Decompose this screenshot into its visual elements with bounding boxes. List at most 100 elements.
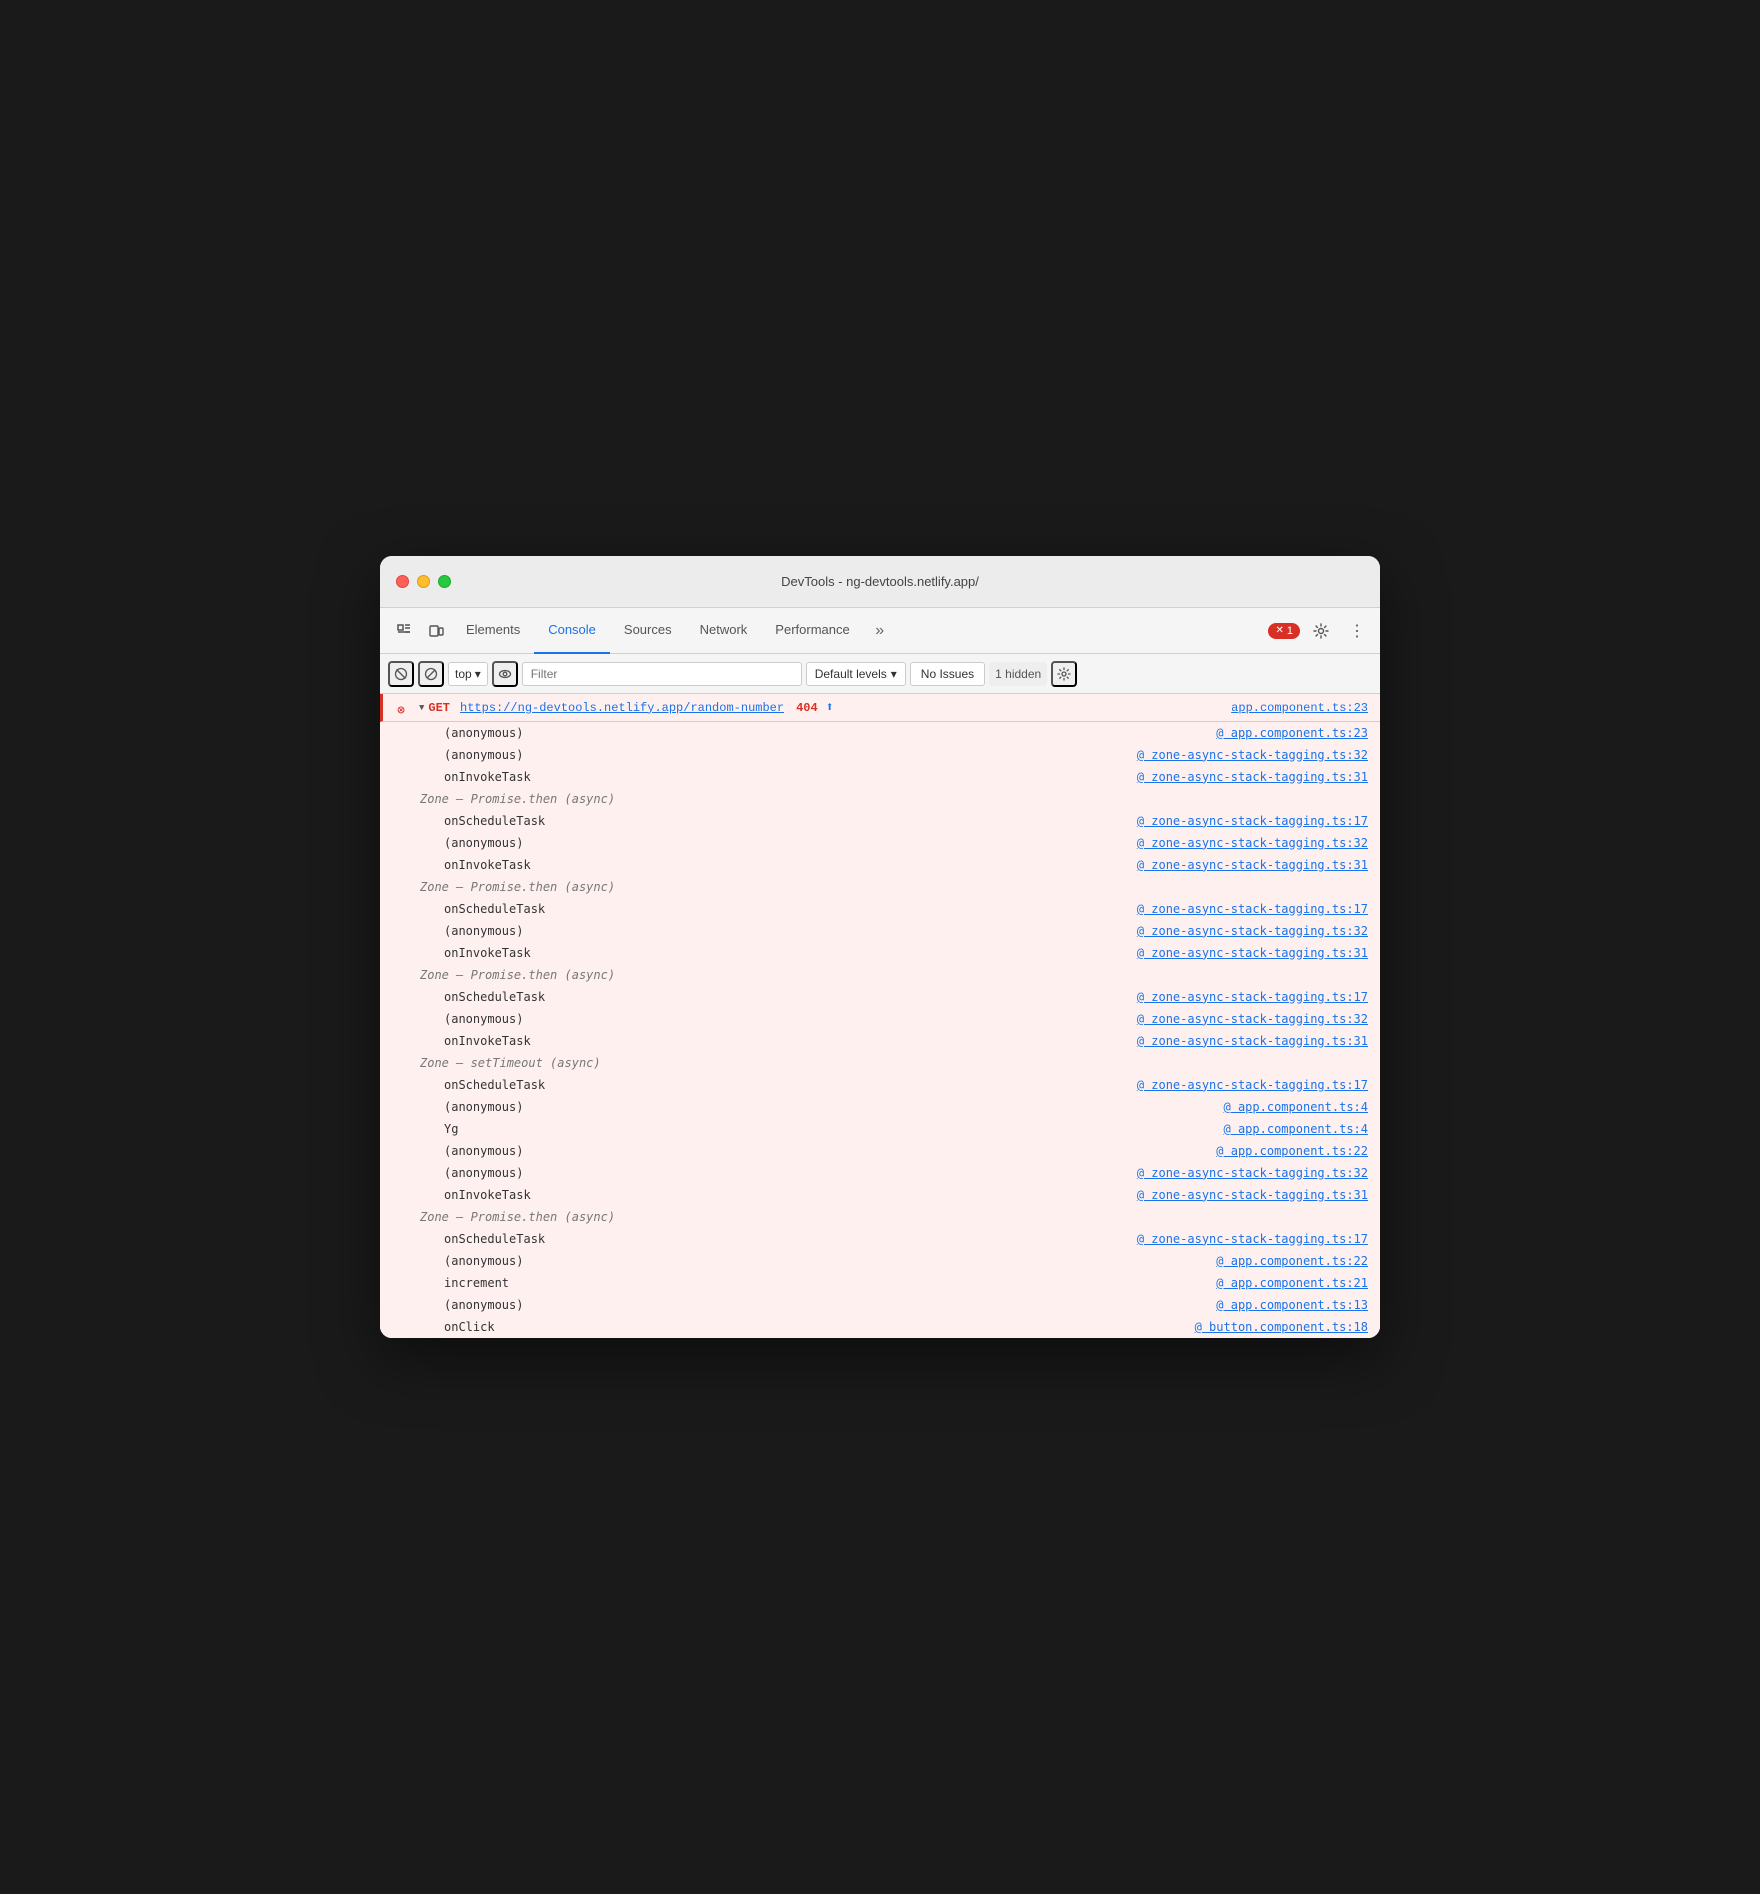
console-row-18: Yg@ app.component.ts:4 [380,1118,1380,1140]
row-source-21[interactable]: @ zone-async-stack-tagging.ts:31 [1137,1188,1380,1202]
block-icon[interactable] [418,661,444,687]
row-text-20: (anonymous) [416,1166,523,1180]
row-text-17: (anonymous) [416,1100,523,1114]
row-content-12: onScheduleTask @ zone-async-stack-tagging… [416,987,1380,1007]
error-url[interactable]: https://ng-devtools.netlify.app/random-n… [460,701,784,715]
row-text-21: onInvokeTask [416,1188,531,1202]
console-row-17: (anonymous) @ app.component.ts:4 [380,1096,1380,1118]
console-area[interactable]: ⊗ ▼ GET https://ng-devtools.netlify.app/… [380,694,1380,1338]
traffic-lights [396,575,451,588]
row-text-16: onScheduleTask [416,1078,545,1092]
row-content-2: onInvokeTask@ zone-async-stack-tagging.t… [416,767,1380,787]
row-content-25: increment @ app.component.ts:21 [416,1273,1380,1293]
row-source-5[interactable]: @ zone-async-stack-tagging.ts:32 [1137,836,1380,850]
inspect-icon[interactable] [388,615,420,647]
row-source-26[interactable]: @ app.component.ts:13 [1216,1298,1380,1312]
row-content-27: onClick@ button.component.ts:18 [416,1317,1380,1337]
tab-elements[interactable]: Elements [452,608,534,654]
context-selector[interactable]: top ▾ [448,662,488,686]
tab-console[interactable]: Console [534,608,610,654]
row-text-0: (anonymous) [416,726,523,740]
expand-triangle-icon[interactable]: ▼ [419,703,424,713]
tab-performance[interactable]: Performance [761,608,863,654]
row-source-13[interactable]: @ zone-async-stack-tagging.ts:32 [1137,1012,1380,1026]
levels-dropdown[interactable]: Default levels ▾ [806,662,906,686]
console-row-12: onScheduleTask @ zone-async-stack-tagging… [380,986,1380,1008]
error-entry-content: ▼ GET https://ng-devtools.netlify.app/ra… [419,695,1380,720]
device-icon[interactable] [420,615,452,647]
row-content-5: (anonymous) @ zone-async-stack-tagging.ts… [416,833,1380,853]
row-content-9: (anonymous) @ zone-async-stack-tagging.ts… [416,921,1380,941]
row-source-23[interactable]: @ zone-async-stack-tagging.ts:17 [1137,1232,1380,1246]
row-text-23: onScheduleTask [416,1232,545,1246]
issues-button[interactable]: No Issues [910,662,985,686]
row-content-16: onScheduleTask @ zone-async-stack-tagging… [416,1075,1380,1095]
console-row-23: onScheduleTask @ zone-async-stack-tagging… [380,1228,1380,1250]
row-content-26: (anonymous)@ app.component.ts:13 [416,1295,1380,1315]
row-source-2[interactable]: @ zone-async-stack-tagging.ts:31 [1137,770,1380,784]
row-source-9[interactable]: @ zone-async-stack-tagging.ts:32 [1137,924,1380,938]
more-tabs-button[interactable]: » [866,617,894,645]
row-source-25[interactable]: @ app.component.ts:21 [1216,1276,1380,1290]
row-source-14[interactable]: @ zone-async-stack-tagging.ts:31 [1137,1034,1380,1048]
row-content-7: Zone — Promise.then (async) [416,877,1380,897]
console-toolbar: top ▾ Default levels ▾ No Issues 1 hidde… [380,654,1380,694]
row-source-17[interactable]: @ app.component.ts:4 [1224,1100,1381,1114]
row-content-22: Zone — Promise.then (async) [416,1207,1380,1227]
eye-icon[interactable] [492,661,518,687]
entry-gutter: ⊗ [383,697,419,718]
maximize-button[interactable] [438,575,451,588]
console-rows: (anonymous) @ app.component.ts:23 (anonymo… [380,722,1380,1338]
row-source-0[interactable]: @ app.component.ts:23 [1216,726,1380,740]
tab-network[interactable]: Network [686,608,762,654]
async-label-11: Zone — Promise.then (async) [416,968,615,982]
row-content-1: (anonymous)@ zone-async-stack-tagging.ts… [416,745,1380,765]
console-settings-icon[interactable] [1051,661,1077,687]
window-title: DevTools - ng-devtools.netlify.app/ [781,574,979,589]
console-row-19: (anonymous)@ app.component.ts:22 [380,1140,1380,1162]
console-row-7: Zone — Promise.then (async) [380,876,1380,898]
console-row-4: onScheduleTask@ zone-async-stack-tagging… [380,810,1380,832]
row-source-1[interactable]: @ zone-async-stack-tagging.ts:32 [1137,748,1380,762]
row-content-3: Zone — Promise.then (async) [416,789,1380,809]
row-text-9: (anonymous) [416,924,523,938]
async-label-7: Zone — Promise.then (async) [416,880,615,894]
row-content-17: (anonymous) @ app.component.ts:4 [416,1097,1380,1117]
error-source[interactable]: app.component.ts:23 [1231,701,1380,715]
row-source-19[interactable]: @ app.component.ts:22 [1216,1144,1380,1158]
more-options-icon[interactable]: ⋮ [1342,616,1372,646]
row-text-25: increment [416,1276,509,1290]
clear-console-icon[interactable] [388,661,414,687]
minimize-button[interactable] [417,575,430,588]
row-source-24[interactable]: @ app.component.ts:22 [1216,1254,1380,1268]
row-content-24: (anonymous)@ app.component.ts:22 [416,1251,1380,1271]
row-source-20[interactable]: @ zone-async-stack-tagging.ts:32 [1137,1166,1380,1180]
settings-icon[interactable] [1306,616,1336,646]
console-row-14: onInvokeTask@ zone-async-stack-tagging.t… [380,1030,1380,1052]
row-source-4[interactable]: @ zone-async-stack-tagging.ts:17 [1137,814,1380,828]
row-source-18[interactable]: @ app.component.ts:4 [1224,1122,1381,1136]
console-row-22: Zone — Promise.then (async) [380,1206,1380,1228]
row-text-10: onInvokeTask [416,946,531,960]
console-row-11: Zone — Promise.then (async) [380,964,1380,986]
error-count-badge[interactable]: ✕ 1 [1268,623,1300,639]
row-content-19: (anonymous)@ app.component.ts:22 [416,1141,1380,1161]
row-text-12: onScheduleTask [416,990,545,1004]
row-source-16[interactable]: @ zone-async-stack-tagging.ts:17 [1137,1078,1380,1092]
row-source-27[interactable]: @ button.component.ts:18 [1195,1320,1380,1334]
row-content-14: onInvokeTask@ zone-async-stack-tagging.t… [416,1031,1380,1051]
row-content-15: Zone — setTimeout (async) [416,1053,1380,1073]
row-source-10[interactable]: @ zone-async-stack-tagging.ts:31 [1137,946,1380,960]
row-text-5: (anonymous) [416,836,523,850]
row-source-12[interactable]: @ zone-async-stack-tagging.ts:17 [1137,990,1380,1004]
row-text-6: onInvokeTask [416,858,531,872]
close-button[interactable] [396,575,409,588]
async-label-22: Zone — Promise.then (async) [416,1210,615,1224]
row-content-6: onInvokeTask @ zone-async-stack-tagging.t… [416,855,1380,875]
row-source-8[interactable]: @ zone-async-stack-tagging.ts:17 [1137,902,1380,916]
upload-icon[interactable]: ⬆ [826,700,834,715]
tab-sources[interactable]: Sources [610,608,686,654]
row-source-6[interactable]: @ zone-async-stack-tagging.ts:31 [1137,858,1380,872]
filter-input[interactable] [522,662,802,686]
http-method-label: GET [428,701,450,715]
